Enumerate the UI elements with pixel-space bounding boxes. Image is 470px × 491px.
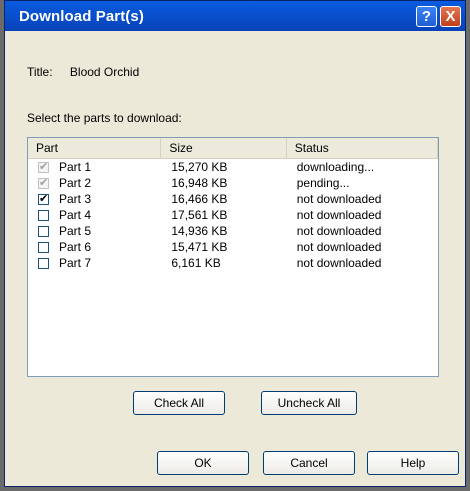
size-cell: 14,936 KB [171, 224, 228, 238]
ok-button[interactable]: OK [157, 451, 249, 475]
size-cell: 16,466 KB [171, 192, 228, 206]
part-label: Part 7 [59, 256, 92, 270]
part-checkbox: ✔ [38, 160, 49, 173]
part-label: Part 1 [59, 160, 92, 174]
part-cell: Part 4 [28, 207, 161, 223]
column-header-size[interactable]: Size [161, 138, 287, 158]
title-label: Title: [27, 65, 53, 79]
status-cell: downloading... [296, 160, 375, 174]
cancel-button[interactable]: Cancel [263, 451, 355, 475]
title-bar: Download Part(s) ? X [5, 1, 465, 31]
close-icon[interactable]: X [440, 6, 461, 27]
title-row: Title: Blood Orchid [27, 65, 139, 79]
part-label: Part 5 [59, 224, 92, 238]
part-checkbox[interactable]: ✔ [38, 193, 49, 205]
status-cell: not downloaded [296, 208, 382, 222]
table-row[interactable]: ✔ Part 2 16,948 KB pending... [28, 175, 438, 191]
column-header-part[interactable]: Part [28, 138, 162, 158]
part-cell: Part 7 [28, 255, 161, 271]
part-cell: ✔ Part 3 [28, 191, 161, 207]
part-checkbox[interactable] [38, 241, 49, 253]
part-checkbox[interactable] [38, 209, 49, 221]
dialog-title: Download Part(s) [19, 8, 144, 25]
download-parts-dialog: Download Part(s) ? X Title: Blood Orchid… [4, 0, 466, 487]
size-cell: 6,161 KB [171, 256, 221, 270]
status-cell: pending... [296, 176, 350, 190]
size-cell: 17,561 KB [171, 208, 228, 222]
part-label: Part 2 [59, 176, 92, 190]
part-checkbox[interactable] [38, 225, 49, 237]
status-cell: not downloaded [296, 192, 382, 206]
column-header-status[interactable]: Status [287, 138, 438, 158]
select-prompt: Select the parts to download: [27, 111, 182, 125]
part-cell: ✔ Part 1 [28, 159, 161, 175]
part-cell: Part 5 [28, 223, 161, 239]
parts-list[interactable]: Part Size Status ✔ Part 1 15,270 KB downloa… [27, 137, 439, 377]
part-checkbox: ✔ [38, 176, 49, 189]
uncheck-all-button[interactable]: Uncheck All [261, 391, 357, 415]
size-cell: 15,471 KB [171, 240, 228, 254]
part-label: Part 3 [59, 192, 92, 206]
list-header: Part Size Status [28, 138, 438, 159]
table-row[interactable]: Part 5 14,936 KB not downloaded [28, 223, 438, 239]
part-label: Part 6 [59, 240, 92, 254]
table-row[interactable]: ✔ Part 1 15,270 KB downloading... [28, 159, 438, 175]
status-cell: not downloaded [296, 256, 382, 270]
table-row[interactable]: Part 7 6,161 KB not downloaded [28, 255, 438, 271]
size-cell: 15,270 KB [171, 160, 228, 174]
part-cell: ✔ Part 2 [28, 175, 161, 191]
part-cell: Part 6 [28, 239, 161, 255]
table-row[interactable]: ✔ Part 3 16,466 KB not downloaded [28, 191, 438, 207]
part-label: Part 4 [59, 208, 92, 222]
size-cell: 16,948 KB [171, 176, 228, 190]
part-checkbox[interactable] [38, 257, 49, 269]
check-all-button[interactable]: Check All [133, 391, 225, 415]
table-row[interactable]: Part 4 17,561 KB not downloaded [28, 207, 438, 223]
table-row[interactable]: Part 6 15,471 KB not downloaded [28, 239, 438, 255]
help-title-button[interactable]: ? [416, 6, 437, 27]
help-button[interactable]: Help [367, 451, 459, 475]
status-cell: not downloaded [296, 224, 382, 238]
status-cell: not downloaded [296, 240, 382, 254]
title-value: Blood Orchid [69, 65, 140, 79]
